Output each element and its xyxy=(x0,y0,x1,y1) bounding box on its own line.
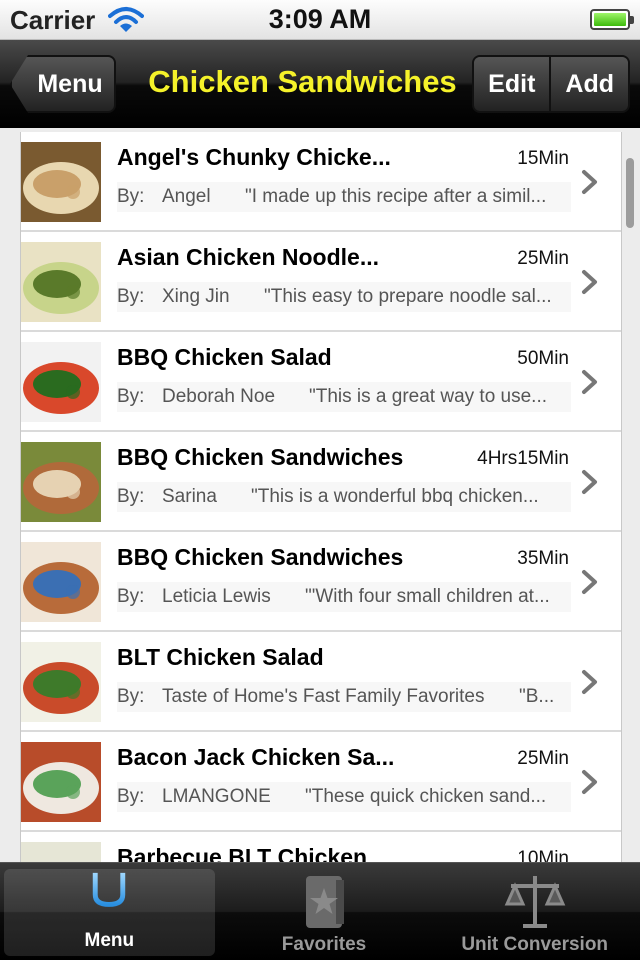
recipe-description: "These quick chicken sand... xyxy=(305,786,547,807)
by-label: By: xyxy=(117,686,145,707)
recipe-thumbnail xyxy=(21,242,101,322)
recipe-byline: By: Sarina "This is a wonderful bbq chicke… xyxy=(117,482,571,512)
chevron-right-icon xyxy=(582,470,597,494)
recipe-byline: By: Leticia Lewis "'With four small childr… xyxy=(117,582,571,612)
recipe-thumbnail xyxy=(21,342,101,422)
by-label: By: xyxy=(117,486,145,507)
by-label: By: xyxy=(117,386,145,407)
battery-icon xyxy=(590,9,634,30)
recipe-thumbnail xyxy=(21,142,101,222)
tab-unit-conversion-label: Unit Conversion xyxy=(461,934,609,955)
recipe-row[interactable]: Barbecue BLT Chicken10MinBy: xyxy=(21,832,621,862)
recipe-author: Xing Jin xyxy=(162,286,230,307)
recipe-author: Leticia Lewis xyxy=(162,586,271,607)
by-label: By: xyxy=(117,786,145,807)
tab-menu[interactable]: Menu xyxy=(4,869,215,956)
nav-actions: Edit Add xyxy=(472,55,630,113)
recipe-row[interactable]: BBQ Chicken Sandwiches 4Hrs15Min By: Sarina… xyxy=(21,432,621,532)
recipe-time: 25Min xyxy=(517,748,569,769)
add-button[interactable]: Add xyxy=(549,57,628,111)
status-time: 3:09 AM xyxy=(268,4,372,34)
recipe-description: "This easy to prepare noodle sal... xyxy=(264,286,552,307)
recipe-title: Bacon Jack Chicken Sa... xyxy=(117,744,395,770)
recipe-title: BBQ Chicken Salad xyxy=(117,344,332,370)
recipe-description: "B... xyxy=(519,686,555,707)
recipe-title: Angel's Chunky Chicke... xyxy=(117,144,391,170)
recipe-time: 15Min xyxy=(517,148,569,169)
chevron-right-icon xyxy=(582,270,597,294)
recipe-thumbnail xyxy=(21,442,101,522)
recipe-description: "'With four small children at... xyxy=(305,586,550,607)
tab-bar: Menu Favorites Unit Conversion xyxy=(0,862,640,960)
by-label: By: xyxy=(117,186,145,207)
recipe-row[interactable]: BBQ Chicken Sandwiches 35Min By: Leticia Le… xyxy=(21,532,621,632)
recipe-row[interactable]: BBQ Chicken Salad 50Min By: Deborah Noe "Thi… xyxy=(21,332,621,432)
recipe-time: 50Min xyxy=(517,348,569,369)
recipe-description: "This is a great way to use... xyxy=(309,386,548,407)
recipe-byline: By: Taste of Home's Fast Family Favorites… xyxy=(117,682,571,712)
recipe-row[interactable]: Asian Chicken Noodle... 25Min By: Xing Jin "… xyxy=(21,232,621,332)
navigation-bar: Menu Chicken Sandwiches Edit Add xyxy=(0,40,640,128)
tab-favorites[interactable]: Favorites xyxy=(219,863,430,960)
recipe-thumbnail xyxy=(21,842,101,862)
edit-button[interactable]: Edit xyxy=(474,57,550,111)
recipe-author: Sarina xyxy=(162,486,217,507)
tab-menu-label: Menu xyxy=(84,930,135,951)
chevron-right-icon xyxy=(582,170,597,194)
recipe-time: 4Hrs15Min xyxy=(477,448,569,469)
recipe-byline: By: Angel "I made up this recipe after a s… xyxy=(117,182,571,212)
tab-unit-conversion[interactable]: Unit Conversion xyxy=(429,863,640,960)
recipe-description: "This is a wonderful bbq chicken... xyxy=(251,486,539,507)
recipe-title: BBQ Chicken Sandwiches xyxy=(117,544,404,570)
recipe-author: Deborah Noe xyxy=(162,386,276,407)
chevron-right-icon xyxy=(582,770,597,794)
recipe-thumbnail xyxy=(21,642,101,722)
recipe-author: LMANGONE xyxy=(162,786,271,807)
status-bar: Carrier 3:09 AM xyxy=(0,0,640,40)
recipe-list[interactable]: Angel's Chunky Chicke... 15Min By: Angel "I … xyxy=(0,128,640,862)
recipe-byline: By: Xing Jin "This easy to prepare noodle … xyxy=(117,282,571,312)
recipe-title: BBQ Chicken Sandwiches xyxy=(117,444,404,470)
recipe-time: 25Min xyxy=(517,248,569,269)
back-menu-button[interactable]: Menu xyxy=(10,55,116,113)
chevron-right-icon xyxy=(582,570,597,594)
recipe-time: 10Min xyxy=(517,848,569,862)
scale-icon xyxy=(504,876,565,928)
recipe-byline: By: LMANGONE "These quick chicken sand... xyxy=(117,782,571,812)
recipe-title: BLT Chicken Salad xyxy=(117,644,324,670)
recipe-row[interactable]: Angel's Chunky Chicke... 15Min By: Angel "I … xyxy=(21,132,621,232)
recipe-title: Asian Chicken Noodle... xyxy=(117,244,379,270)
scroll-indicator[interactable] xyxy=(626,158,634,228)
tab-favorites-label: Favorites xyxy=(281,934,367,955)
fork-icon xyxy=(93,872,126,927)
recipe-author: Angel xyxy=(162,186,211,207)
recipe-title: Barbecue BLT Chicken xyxy=(117,844,368,862)
chevron-right-icon xyxy=(582,370,597,394)
recipe-author: Taste of Home's Fast Family Favorites xyxy=(162,686,485,707)
star-book-icon xyxy=(306,876,344,928)
by-label: By: xyxy=(117,586,145,607)
recipe-description: "I made up this recipe after a simil... xyxy=(245,186,547,207)
recipe-thumbnail xyxy=(21,742,101,822)
by-label: By: xyxy=(117,286,145,307)
page-title: Chicken Sandwiches xyxy=(148,64,457,99)
recipe-thumbnail xyxy=(21,542,101,622)
recipe-list-inner: Angel's Chunky Chicke... 15Min By: Angel "I … xyxy=(20,132,622,862)
recipe-byline: By: Deborah Noe "This is a great way to us… xyxy=(117,382,571,412)
recipe-row[interactable]: Bacon Jack Chicken Sa... 25Min By: LMANGONE… xyxy=(21,732,621,832)
recipe-row[interactable]: BLT Chicken Salad By: Taste of Home's Fast… xyxy=(21,632,621,732)
chevron-right-icon xyxy=(582,670,597,694)
recipe-time: 35Min xyxy=(517,548,569,569)
